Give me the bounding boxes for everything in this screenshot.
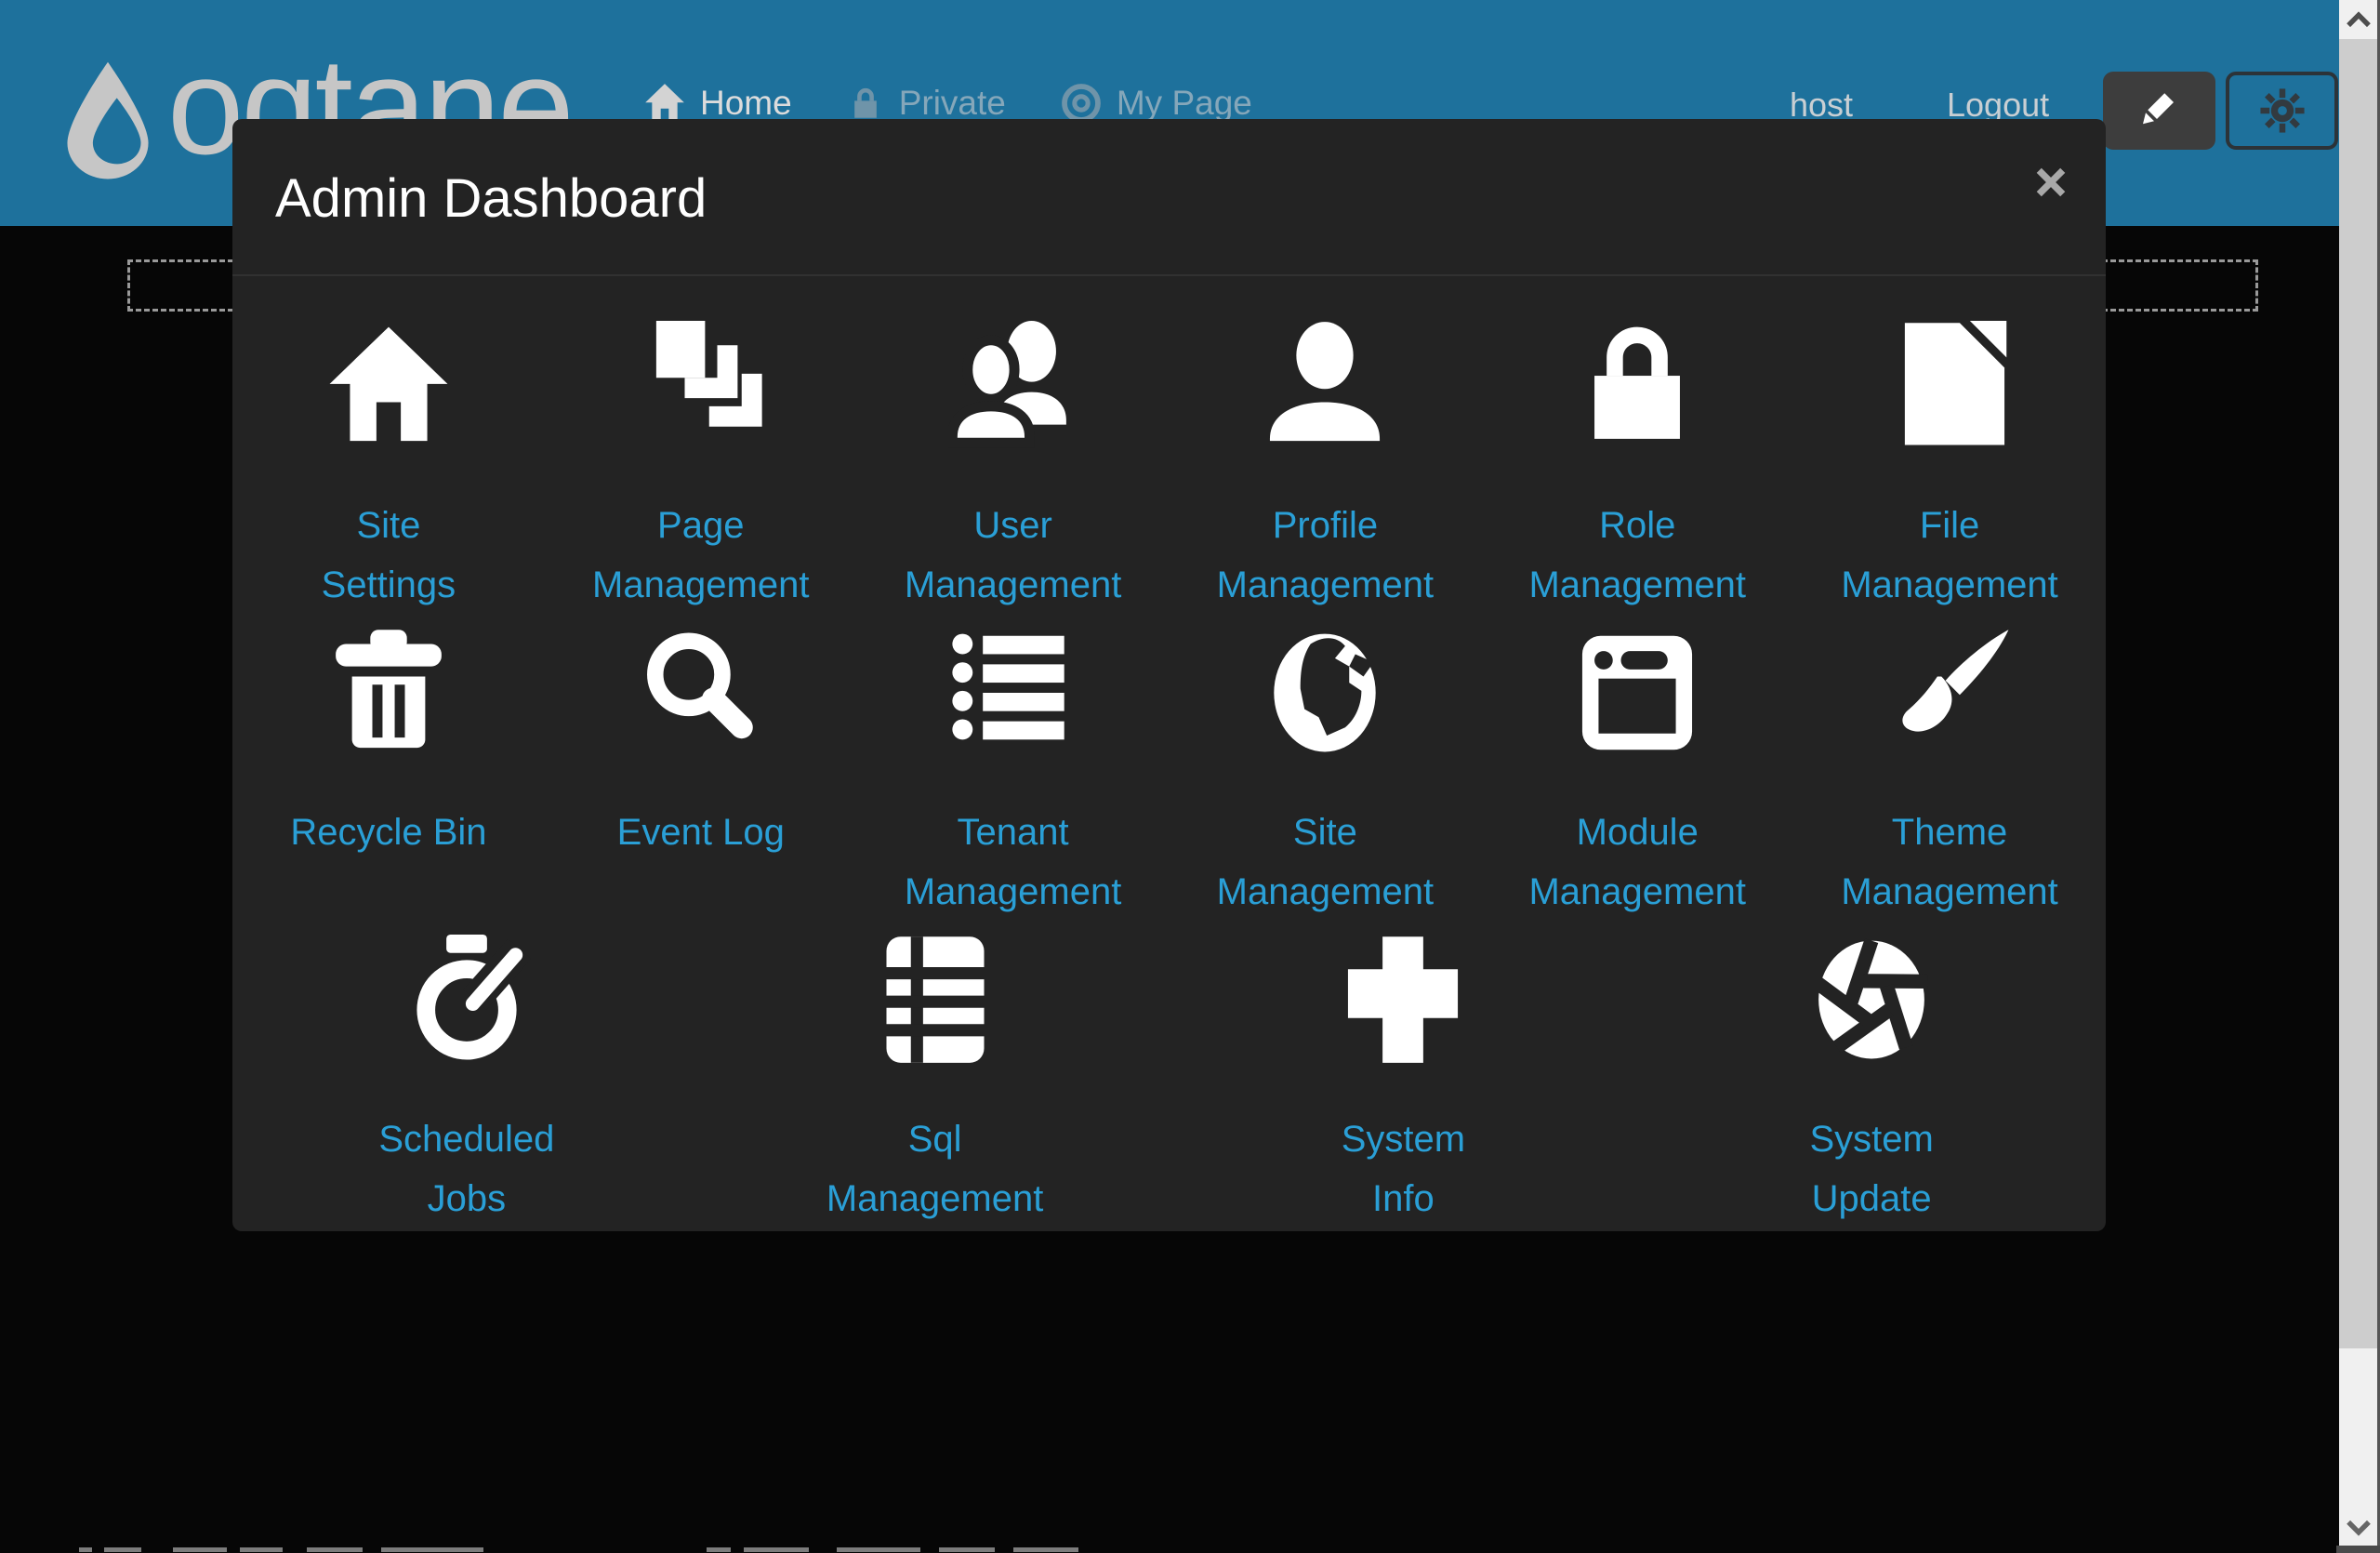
tile-role-management[interactable]: RoleManagement bbox=[1481, 318, 1793, 625]
aperture-icon bbox=[1806, 935, 1937, 1065]
home-icon bbox=[324, 321, 454, 451]
person-icon bbox=[1260, 321, 1390, 451]
tile-label-line: Theme bbox=[1841, 803, 2057, 862]
trash-icon bbox=[324, 628, 454, 758]
gear-icon bbox=[2258, 86, 2307, 135]
tile-user-management[interactable]: UserManagement bbox=[857, 318, 1170, 625]
tile-label-line: Management bbox=[905, 555, 1121, 615]
tile-scheduled-jobs[interactable]: ScheduledJobs bbox=[232, 932, 701, 1228]
tile-label-line: Management bbox=[1528, 555, 1745, 615]
people-icon bbox=[948, 321, 1078, 451]
scrollbar-thumb[interactable] bbox=[2339, 39, 2377, 1348]
tile-label-line: User bbox=[905, 496, 1121, 555]
modal-header: Admin Dashboard bbox=[232, 119, 2106, 276]
list-icon bbox=[948, 628, 1078, 758]
vertical-scrollbar bbox=[2339, 0, 2380, 1553]
tile-label-line: Management bbox=[1841, 555, 2057, 615]
tile-label-line: System bbox=[1809, 1109, 1933, 1169]
chevron-down-icon bbox=[2345, 1519, 2373, 1537]
tile-label-line: Sql bbox=[826, 1109, 1043, 1169]
modal-body: SiteSettings PageManagement bbox=[232, 276, 2106, 1228]
magnifying-glass-icon bbox=[636, 628, 766, 758]
tile-label-line: Management bbox=[1841, 862, 2057, 922]
tile-label-line: Tenant bbox=[905, 803, 1121, 862]
tile-label-line: Management bbox=[905, 862, 1121, 922]
modal-title: Admin Dashboard bbox=[275, 167, 707, 230]
edit-mode-button[interactable] bbox=[2103, 72, 2215, 150]
tile-event-log[interactable]: Event Log bbox=[545, 625, 857, 932]
close-icon bbox=[2032, 164, 2069, 201]
tile-file-management[interactable]: FileManagement bbox=[1793, 318, 2106, 625]
layers-icon bbox=[636, 321, 766, 451]
tile-label-line: Module bbox=[1528, 803, 1745, 862]
nav-item-label: Home bbox=[700, 84, 792, 123]
medical-cross-icon bbox=[1338, 935, 1468, 1065]
brush-icon bbox=[1884, 628, 2015, 758]
tile-label-line: Update bbox=[1809, 1169, 1933, 1228]
page: oqtane Home Private M bbox=[0, 0, 2380, 1553]
droplet-icon bbox=[61, 37, 154, 201]
scroll-down-button[interactable] bbox=[2339, 1507, 2377, 1549]
tile-label-line: Site bbox=[322, 496, 456, 555]
tile-label-line: File bbox=[1841, 496, 2057, 555]
tile-tenant-management[interactable]: TenantManagement bbox=[857, 625, 1170, 932]
chevron-up-icon bbox=[2345, 10, 2373, 29]
tile-site-management[interactable]: SiteManagement bbox=[1169, 625, 1481, 932]
scroll-up-button[interactable] bbox=[2339, 0, 2377, 39]
tile-row-1: SiteSettings PageManagement bbox=[232, 318, 2106, 625]
tile-row-2: Recycle Bin Event Log bbox=[232, 625, 2106, 932]
clipped-bottom-content bbox=[0, 1546, 2380, 1553]
tile-label-line: Profile bbox=[1217, 496, 1434, 555]
tile-label-line: Settings bbox=[322, 555, 456, 615]
tile-label-line: System bbox=[1342, 1109, 1465, 1169]
admin-dashboard-modal: Admin Dashboard SiteSettings bbox=[232, 119, 2106, 1231]
browser-icon bbox=[1572, 628, 1702, 758]
nav-item-label: Private bbox=[899, 84, 1006, 123]
tile-label-line: Info bbox=[1342, 1169, 1465, 1228]
spreadsheet-icon bbox=[870, 935, 1000, 1065]
pencil-icon bbox=[2137, 88, 2182, 133]
tile-label-line: Management bbox=[592, 555, 809, 615]
tile-module-management[interactable]: ModuleManagement bbox=[1481, 625, 1793, 932]
tile-label-line: Management bbox=[1528, 862, 1745, 922]
lock-icon bbox=[1572, 321, 1702, 451]
tile-label-line: Management bbox=[1217, 555, 1434, 615]
tile-label-line: Site bbox=[1217, 803, 1434, 862]
globe-icon bbox=[1260, 628, 1390, 758]
close-button[interactable] bbox=[2025, 156, 2077, 208]
tile-theme-management[interactable]: ThemeManagement bbox=[1793, 625, 2106, 932]
settings-button[interactable] bbox=[2226, 72, 2338, 150]
tile-label-line: Recycle Bin bbox=[290, 803, 486, 862]
tile-label-line: Role bbox=[1528, 496, 1745, 555]
nav-item-label: My Page bbox=[1117, 84, 1252, 123]
file-icon bbox=[1884, 321, 2015, 451]
tile-recycle-bin[interactable]: Recycle Bin bbox=[232, 625, 545, 932]
tile-label-line: Scheduled bbox=[378, 1109, 554, 1169]
tile-page-management[interactable]: PageManagement bbox=[545, 318, 857, 625]
tile-system-update[interactable]: SystemUpdate bbox=[1637, 932, 2106, 1228]
tile-label-line: Jobs bbox=[378, 1169, 554, 1228]
timer-icon bbox=[402, 935, 532, 1065]
tile-label-line: Management bbox=[826, 1169, 1043, 1228]
tile-label-line: Event Log bbox=[617, 803, 785, 862]
tile-system-info[interactable]: SystemInfo bbox=[1170, 932, 1638, 1228]
tile-label-line: Page bbox=[592, 496, 809, 555]
tile-site-settings[interactable]: SiteSettings bbox=[232, 318, 545, 625]
tile-profile-management[interactable]: ProfileManagement bbox=[1169, 318, 1481, 625]
tile-row-3: ScheduledJobs SqlManagement bbox=[232, 932, 2106, 1228]
tile-label-line: Management bbox=[1217, 862, 1434, 922]
tile-sql-management[interactable]: SqlManagement bbox=[701, 932, 1170, 1228]
